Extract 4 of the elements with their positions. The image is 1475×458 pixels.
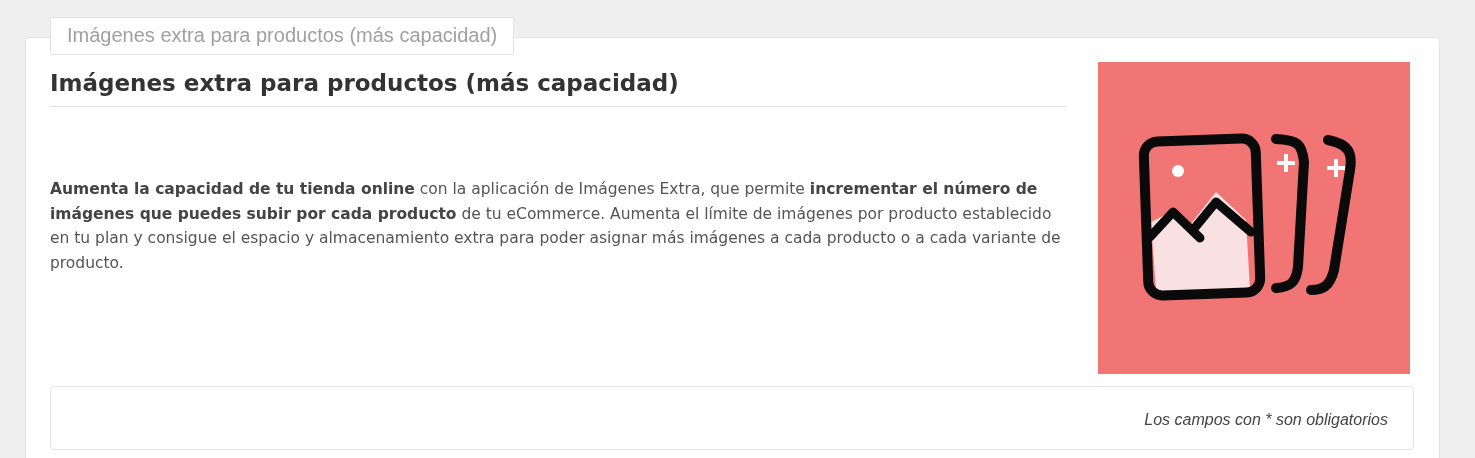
section-tab[interactable]: Imágenes extra para productos (más capacidad) bbox=[50, 17, 515, 55]
description-paragraph: Aumenta la capacidad de tu tienda online con la aplicación de Imágenes Extra, que permite incrementar el número de imágenes que puedes subir por cada producto de tu eCommerce. Aumenta el límite de imágenes por producto establecido en tu plan y consigue el espacio y almacenamiento extra para poder asignar más imágenes a cada producto o a cada variante de producto. bbox=[50, 179, 1062, 274]
page-title: Imágenes extra para productos (más capacidad) bbox=[50, 70, 1067, 107]
required-fields-note: Los campos con * son obligatorios bbox=[1144, 411, 1388, 429]
